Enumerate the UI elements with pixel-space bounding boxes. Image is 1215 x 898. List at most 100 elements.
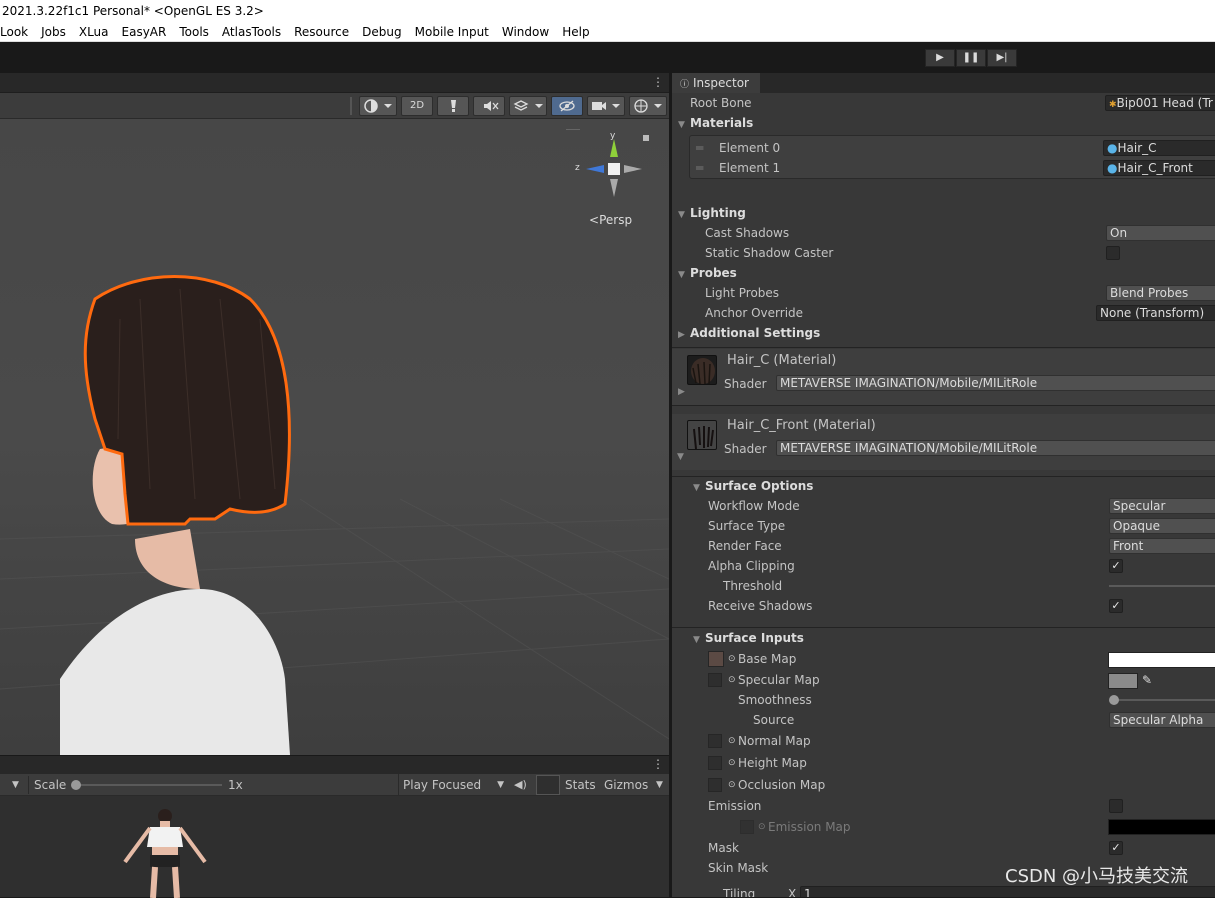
additional-settings-header[interactable]: ▶ Additional Settings: [672, 323, 1215, 343]
gizmos-dropdown-button[interactable]: [629, 96, 667, 116]
neg-y-axis-cone[interactable]: [610, 179, 618, 197]
stats-button[interactable]: Stats: [565, 774, 596, 796]
skin-mask-label: Skin Mask: [708, 861, 769, 875]
eyedropper-icon[interactable]: ✎: [1142, 670, 1152, 690]
menu-window[interactable]: Window: [502, 22, 549, 42]
static-shadow-checkbox[interactable]: [1106, 246, 1120, 260]
picker-icon[interactable]: ⊙: [728, 731, 736, 751]
z-axis-cone[interactable]: [586, 165, 604, 173]
mask-checkbox[interactable]: ✓: [1109, 841, 1123, 855]
base-map-texture-slot[interactable]: [708, 651, 724, 667]
picker-icon[interactable]: ⊙: [728, 649, 736, 669]
surface-type-dropdown[interactable]: Opaque: [1109, 518, 1215, 534]
display-dropdown-icon[interactable]: ▼: [12, 774, 19, 796]
element0-field[interactable]: ●Hair_C: [1103, 140, 1215, 156]
materials-header[interactable]: ▼ Materials: [672, 113, 1215, 133]
hair-c-front-thumbnail: [687, 420, 717, 450]
specular-color-swatch[interactable]: [1108, 673, 1138, 689]
picker-icon[interactable]: ⊙: [758, 817, 766, 837]
emission-color-swatch[interactable]: [1108, 819, 1215, 835]
threshold-slider-track[interactable]: [1109, 585, 1215, 587]
scale-label: Scale: [34, 778, 67, 792]
scale-slider-thumb[interactable]: [71, 780, 81, 790]
menu-look[interactable]: Look: [0, 22, 28, 42]
pause-button[interactable]: ❚❚: [956, 49, 986, 67]
audio-toggle-button[interactable]: [473, 96, 505, 116]
occlusion-map-texture-slot[interactable]: [708, 778, 722, 792]
foldout-open-icon: ▼: [693, 483, 700, 493]
inspector-tab[interactable]: ⓘ Inspector: [672, 73, 760, 93]
normal-map-texture-slot[interactable]: [708, 734, 722, 748]
material-foldout-open-icon[interactable]: ▼: [677, 452, 684, 462]
center-cube[interactable]: [608, 163, 620, 175]
element1-field[interactable]: ●Hair_C_Front: [1103, 160, 1215, 176]
audio-icon[interactable]: ◀): [514, 774, 527, 796]
alpha-clipping-checkbox[interactable]: ✓: [1109, 559, 1123, 573]
persp-label[interactable]: <Persp: [589, 213, 632, 227]
height-map-texture-slot[interactable]: [708, 756, 722, 770]
2d-toggle-button[interactable]: 2D: [401, 96, 433, 116]
menu-atlastools[interactable]: AtlasTools: [222, 22, 281, 42]
y-axis-cone[interactable]: [610, 139, 618, 157]
lighting-toggle-button[interactable]: [437, 96, 469, 116]
smoothness-slider-thumb[interactable]: [1109, 695, 1119, 705]
effects-dropdown-button[interactable]: [509, 96, 547, 116]
game-viewport[interactable]: [0, 796, 669, 898]
play-focused-dropdown[interactable]: Play Focused ▼: [398, 774, 508, 796]
scale-slider-track[interactable]: [72, 784, 222, 786]
material-element-0[interactable]: ═ Element 0 ●Hair_C: [672, 138, 1215, 158]
menu-easyar[interactable]: EasyAR: [122, 22, 167, 42]
occlusion-map-label: Occlusion Map: [738, 778, 826, 792]
workflow-dropdown[interactable]: Specular: [1109, 498, 1215, 514]
step-button[interactable]: ▶|: [987, 49, 1017, 67]
receive-shadows-checkbox[interactable]: ✓: [1109, 599, 1123, 613]
gizmos-button[interactable]: Gizmos: [604, 774, 648, 796]
cast-shadows-dropdown[interactable]: On: [1106, 225, 1215, 241]
orientation-gizmo[interactable]: [570, 129, 650, 209]
gizmos-dropdown-icon[interactable]: ▼: [656, 774, 663, 796]
material-foldout-icon[interactable]: ▶: [678, 387, 685, 397]
x-axis-cone[interactable]: [624, 165, 642, 173]
camera-icon: [592, 102, 620, 110]
play-button[interactable]: ▶: [925, 49, 955, 67]
lighting-header[interactable]: ▼ Lighting: [672, 203, 1215, 223]
menu-jobs[interactable]: Jobs: [41, 22, 66, 42]
drag-handle-icon[interactable]: ═: [696, 138, 703, 158]
drag-handle-icon[interactable]: ═: [696, 158, 703, 178]
scene-visibility-button[interactable]: [551, 96, 583, 116]
camera-settings-button[interactable]: [587, 96, 625, 116]
picker-icon[interactable]: ⊙: [728, 775, 736, 795]
menu-tools[interactable]: Tools: [179, 22, 209, 42]
surface-options-header[interactable]: ▼ Surface Options: [672, 476, 1215, 496]
menu-debug[interactable]: Debug: [362, 22, 401, 42]
inspector-tab-menu-icon[interactable]: ⋮: [1210, 77, 1215, 91]
specular-map-texture-slot[interactable]: [708, 673, 722, 687]
render-face-dropdown[interactable]: Front: [1109, 538, 1215, 554]
hair-c-front-shader-dropdown[interactable]: METAVERSE IMAGINATION/Mobile/MILitRole: [776, 440, 1215, 456]
emission-map-texture-slot[interactable]: [740, 820, 754, 834]
emission-label: Emission: [708, 799, 762, 813]
menu-mobile-input[interactable]: Mobile Input: [415, 22, 489, 42]
source-dropdown[interactable]: Specular Alpha: [1109, 712, 1215, 728]
scene-viewport[interactable]: y z <Persp: [0, 119, 669, 755]
lock-icon[interactable]: [643, 135, 649, 141]
picker-icon[interactable]: ⊙: [728, 670, 736, 690]
menu-xlua[interactable]: XLua: [79, 22, 109, 42]
material-element-1[interactable]: ═ Element 1 ●Hair_C_Front: [672, 158, 1215, 178]
scene-tab-menu-icon[interactable]: ⋮: [652, 75, 664, 89]
probes-header[interactable]: ▼ Probes: [672, 263, 1215, 283]
menu-resource[interactable]: Resource: [294, 22, 349, 42]
shading-mode-button[interactable]: [359, 96, 397, 116]
menu-help[interactable]: Help: [562, 22, 589, 42]
hair-c-shader-dropdown[interactable]: METAVERSE IMAGINATION/Mobile/MILitRole: [776, 375, 1215, 391]
smoothness-slider-track[interactable]: [1112, 699, 1215, 701]
root-bone-field[interactable]: ✱Bip001 Head (Tr: [1105, 95, 1215, 111]
picker-icon[interactable]: ⊙: [728, 753, 736, 773]
light-probes-dropdown[interactable]: Blend Probes: [1106, 285, 1215, 301]
game-tab-menu-icon[interactable]: ⋮: [652, 757, 664, 771]
emission-checkbox[interactable]: [1109, 799, 1123, 813]
anchor-override-field[interactable]: None (Transform): [1096, 305, 1215, 321]
base-color-swatch[interactable]: [1108, 652, 1215, 668]
surface-inputs-header[interactable]: ▼ Surface Inputs: [672, 628, 1215, 648]
stats-grid-icon[interactable]: [536, 775, 560, 795]
